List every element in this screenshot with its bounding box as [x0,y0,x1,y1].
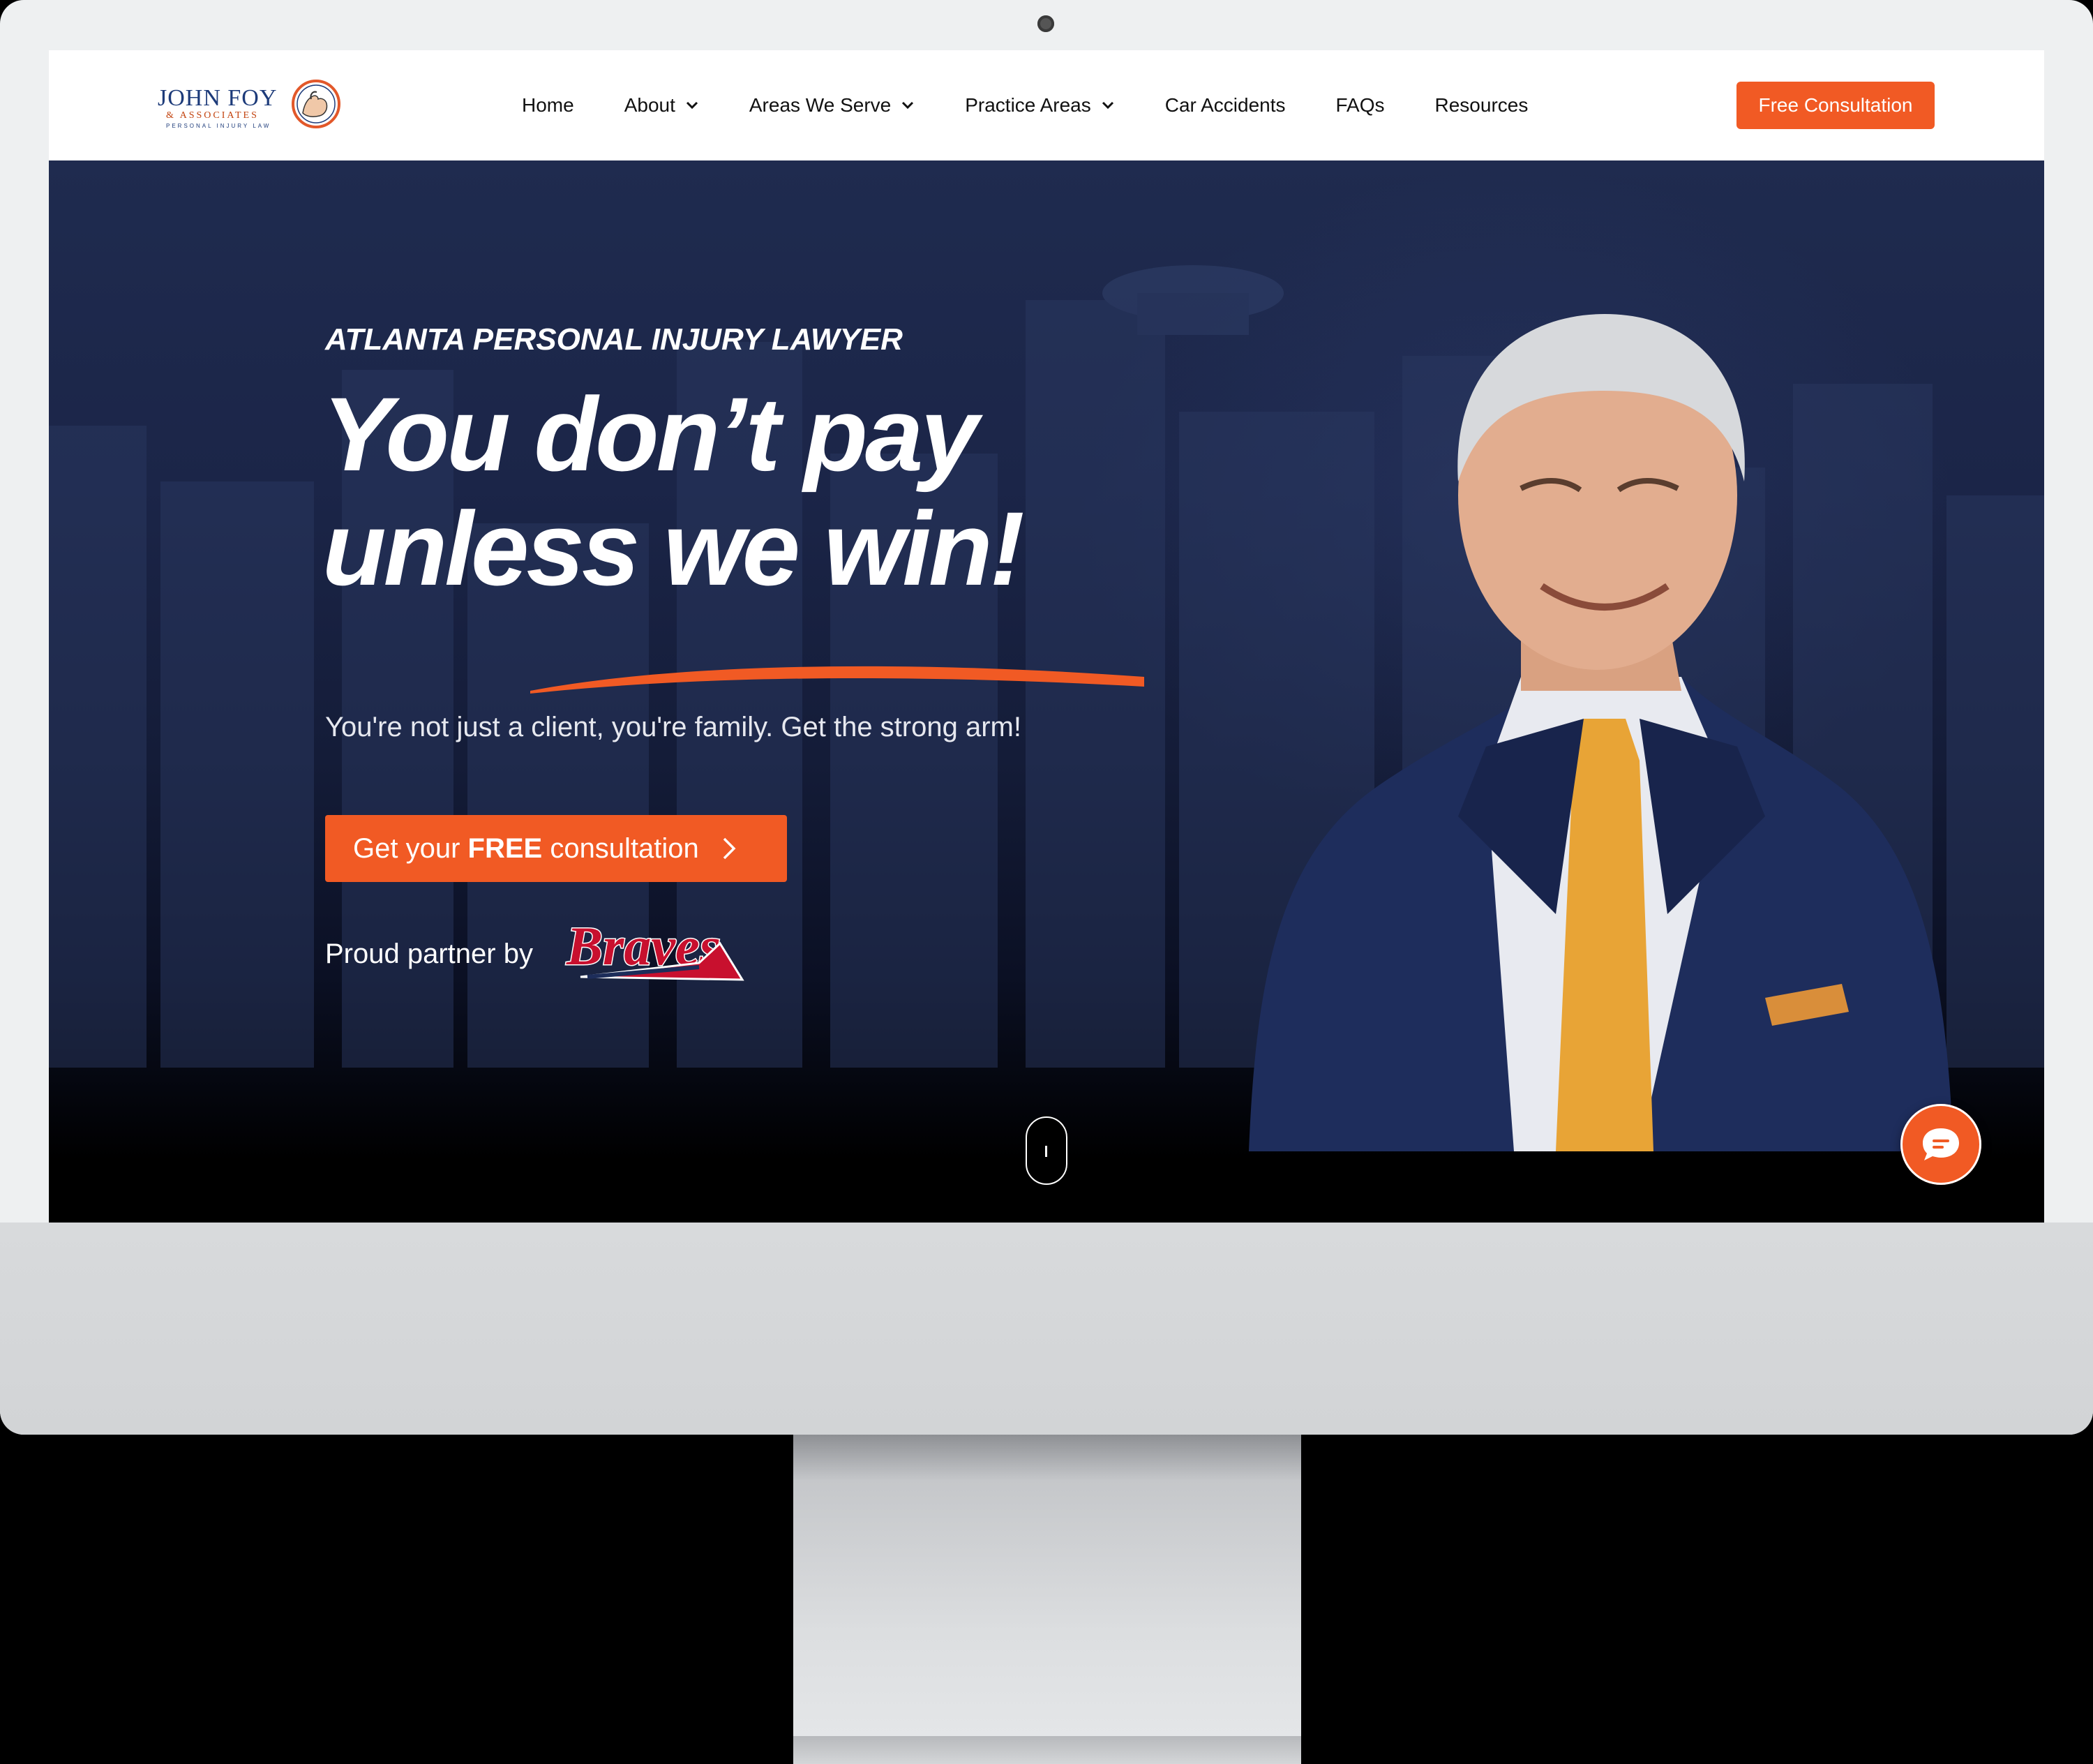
button-bold: FREE [467,832,543,864]
chat-widget-button[interactable] [1900,1104,1981,1185]
chevron-down-icon [686,101,698,110]
nav-faqs[interactable]: FAQs [1336,50,1385,160]
attorney-portrait [1249,314,1953,1151]
hero-button-label: Get your FREE consultation [353,833,699,865]
chevron-right-icon [723,837,736,860]
monitor-stand [793,1435,1301,1764]
nav-label: Practice Areas [965,94,1091,116]
nav-practice-areas[interactable]: Practice Areas [965,50,1115,160]
free-consultation-hero-button[interactable]: Get your FREE consultation [325,815,787,882]
logo-subtitle: & ASSOCIATES [166,110,259,121]
button-prefix: Get your [353,832,468,864]
mouse-scroll-icon[interactable] [1026,1116,1067,1185]
logo-tagline: PERSONAL INJURY LAW [166,123,271,129]
hero-eyebrow: ATLANTA PERSONAL INJURY LAWYER [325,322,903,357]
partner-block: Proud partner by Braves [325,915,748,992]
headline-line-1: You don’t pay [322,375,979,493]
chevron-down-icon [1102,101,1113,110]
headline-line-2: unless we win! [322,490,1025,607]
scroll-wheel [1045,1146,1047,1157]
button-suffix: consultation [542,832,699,864]
site-logo[interactable]: JOHN FOY & ASSOCIATES PERSONAL INJURY LA… [158,75,346,135]
monitor-chin [0,1223,2093,1435]
browser-viewport: JOHN FOY & ASSOCIATES PERSONAL INJURY LA… [49,50,2044,1248]
nav-label: Home [522,94,574,116]
site-header: JOHN FOY & ASSOCIATES PERSONAL INJURY LA… [49,50,2044,160]
strong-arm-emblem-icon [292,80,340,128]
nav-label: Car Accidents [1164,94,1286,116]
partner-label: Proud partner by [325,938,533,969]
nav-car-accidents[interactable]: Car Accidents [1165,50,1286,160]
nav-label: About [624,94,675,116]
hero-headline: You don’t pay unless we win! [322,377,1160,606]
nav-areas-we-serve[interactable]: Areas We Serve [749,50,915,160]
camera-dot [1037,15,1054,32]
nav-resources[interactable]: Resources [1435,50,1529,160]
hero-subtitle: You're not just a client, you're family.… [325,712,1021,742]
braves-logo[interactable]: Braves [560,915,748,992]
nav-label: Areas We Serve [749,94,892,116]
free-consultation-button[interactable]: Free Consultation [1736,82,1935,129]
hero-section: ATLANTA PERSONAL INJURY LAWYER You don’t… [49,160,2044,1248]
chevron-down-icon [902,101,914,110]
chat-bubble-icon [1923,1128,1959,1160]
main-nav: Home About Areas We Serve Practice Areas… [522,50,1578,160]
monitor-stand-foot [793,1736,1301,1764]
underline-swoosh [530,666,1144,694]
logo-name: JOHN FOY [158,85,278,111]
nav-about[interactable]: About [624,50,699,160]
nav-label: Resources [1434,94,1529,116]
nav-label: FAQs [1335,94,1385,116]
nav-home[interactable]: Home [522,50,574,160]
monitor-frame: JOHN FOY & ASSOCIATES PERSONAL INJURY LA… [0,0,2093,1435]
